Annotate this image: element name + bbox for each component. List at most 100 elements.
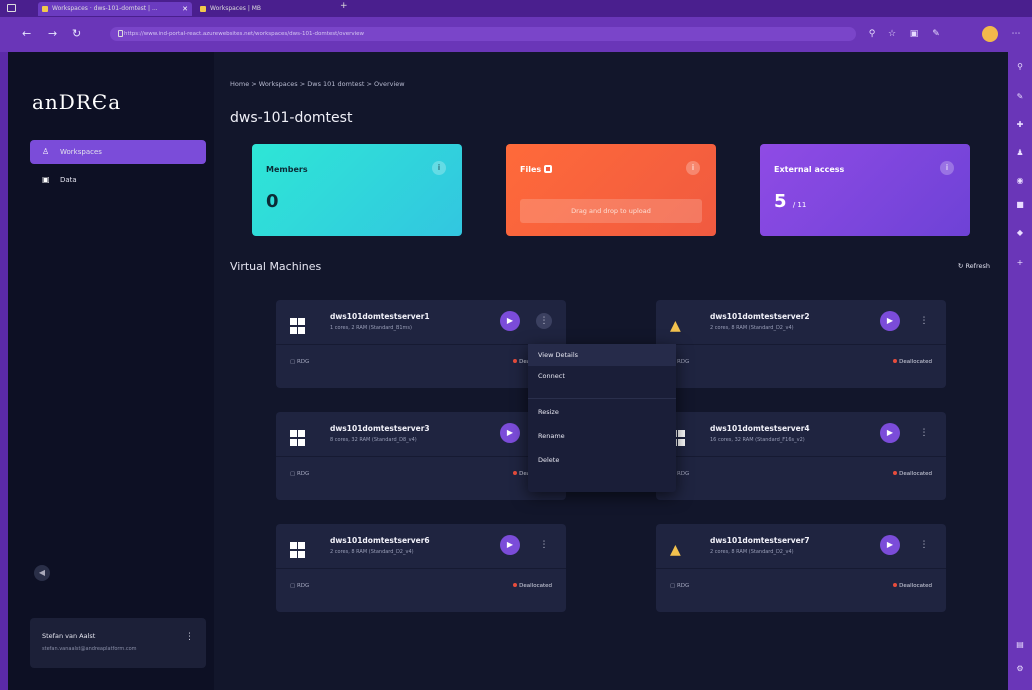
vm-card[interactable]: dws101domtestserver3 8 cores, 32 RAM (St… <box>276 412 566 500</box>
vm-spec: 16 cores, 32 RAM (Standard_F16s_v2) <box>710 437 805 443</box>
external-access-card[interactable]: External access i 5 / 11 <box>760 144 970 236</box>
vm-rdp-label: RDG <box>296 359 310 365</box>
browser-tab[interactable]: Workspaces | MB <box>196 2 326 16</box>
play-button[interactable]: ▶ <box>500 423 520 443</box>
more-vertical-icon[interactable]: ⋮ <box>536 537 552 553</box>
browser-tab-active[interactable]: Workspaces · dws-101-domtest | ... ✕ <box>38 2 192 16</box>
tag-icon[interactable]: ✎ <box>1014 92 1026 102</box>
vm-spec: 2 cores, 8 RAM (Standard_D2_v4) <box>710 325 794 331</box>
forward-icon[interactable]: → <box>48 27 57 40</box>
rdp-icon: ▢ <box>290 471 296 477</box>
menu-item-resize[interactable]: Resize <box>538 408 559 416</box>
vm-section-title: Virtual Machines <box>230 260 322 273</box>
info-icon[interactable]: i <box>940 161 954 175</box>
files-card[interactable]: Files i Drag and drop to upload <box>506 144 716 236</box>
browser-menu-icon[interactable]: ⋯ <box>1010 28 1022 40</box>
outlook-icon[interactable]: ■ <box>1014 200 1026 210</box>
members-title: Members <box>266 165 308 174</box>
status-badge: Deallocated <box>513 583 552 589</box>
more-vertical-icon[interactable]: ⋮ <box>916 313 932 329</box>
status-label: Deallocated <box>519 583 552 589</box>
vm-card[interactable]: dws101domtestserver4 16 cores, 32 RAM (S… <box>656 412 946 500</box>
layout-icon[interactable]: ▤ <box>1014 640 1026 650</box>
collections-icon[interactable]: ▣ <box>908 28 920 40</box>
vm-name: dws101domtestserver7 <box>710 536 810 545</box>
refresh-label: Refresh <box>965 262 990 270</box>
vm-rdp-label: RDG <box>676 583 690 589</box>
status-label: Deallocated <box>899 359 932 365</box>
vm-card[interactable]: ▲ dws101domtestserver7 2 cores, 8 RAM (S… <box>656 524 946 612</box>
url-input[interactable]: https://www.ind-portal-react.azurewebsit… <box>110 27 856 41</box>
vm-name: dws101domtestserver4 <box>710 424 810 433</box>
vm-rdp: ▢ RDG <box>290 583 309 589</box>
add-icon[interactable]: + <box>1014 258 1026 268</box>
menu-item-delete[interactable]: Delete <box>538 456 559 464</box>
menu-item-connect[interactable]: Connect <box>538 372 565 380</box>
games-icon[interactable]: ♟ <box>1014 148 1026 158</box>
main-content: Home > Workspaces > Dws 101 domtest > Ov… <box>214 52 1008 690</box>
rdp-icon: ▢ <box>670 583 676 589</box>
reload-icon[interactable]: ↻ <box>72 27 81 40</box>
vm-rdp-label: RDG <box>676 471 690 477</box>
play-button[interactable]: ▶ <box>500 535 520 555</box>
tab-title: Workspaces | MB <box>210 5 262 12</box>
more-vertical-icon[interactable]: ⋮ <box>916 425 932 441</box>
search-icon[interactable]: ⚲ <box>1014 62 1026 72</box>
external-access-unit: / 11 <box>792 201 807 209</box>
divider <box>276 456 566 457</box>
settings-icon[interactable]: ⚙ <box>1014 664 1026 674</box>
user-email: stefan.vanaalst@andreaplatform.com <box>42 646 137 652</box>
more-vertical-icon[interactable]: ⋮ <box>916 537 932 553</box>
page-title: dws-101-domtest <box>230 110 353 126</box>
more-vertical-icon[interactable]: ⋮ <box>536 313 552 329</box>
page-info-icon[interactable] <box>118 30 123 37</box>
upload-dropzone[interactable]: Drag and drop to upload <box>520 199 702 223</box>
vm-card[interactable]: dws101domtestserver6 2 cores, 8 RAM (Sta… <box>276 524 566 612</box>
collapse-sidebar-button[interactable]: ◀ <box>34 565 50 581</box>
vm-rdp: ▢ RDG <box>290 471 309 477</box>
window-menu-icon[interactable] <box>7 4 16 12</box>
vm-card[interactable]: dws101domtestserver1 1 cores, 2 RAM (Sta… <box>276 300 566 388</box>
play-button[interactable]: ▶ <box>880 423 900 443</box>
vm-spec: 2 cores, 8 RAM (Standard_D2_v4) <box>710 549 794 555</box>
menu-item-rename[interactable]: Rename <box>538 432 565 440</box>
extension-icon[interactable]: ✎ <box>930 28 942 40</box>
breadcrumb[interactable]: Home > Workspaces > Dws 101 domtest > Ov… <box>230 80 405 88</box>
menu-item-view-details[interactable]: View Details <box>528 344 676 366</box>
vm-rdp: ▢ RDG <box>290 359 309 365</box>
play-button[interactable]: ▶ <box>500 311 520 331</box>
tools-icon[interactable]: ✚ <box>1014 120 1026 130</box>
sidebar-item-data[interactable]: ▣ Data <box>30 168 206 192</box>
info-icon[interactable]: i <box>686 161 700 175</box>
office-icon[interactable]: ◉ <box>1014 176 1026 186</box>
vm-name: dws101domtestserver2 <box>710 312 810 321</box>
tab-close-icon[interactable]: ✕ <box>182 2 188 16</box>
user-menu-icon[interactable]: ⋮ <box>185 632 194 642</box>
send-icon[interactable]: ◆ <box>1014 228 1026 238</box>
browser-side-toolbar: ⚲ ✎ ✚ ♟ ◉ ■ ◆ + ▤ ⚙ <box>1008 52 1032 690</box>
members-card[interactable]: Members i 0 <box>252 144 462 236</box>
sidebar-item-workspaces[interactable]: ♙ Workspaces <box>30 140 206 164</box>
info-icon[interactable]: i <box>432 161 446 175</box>
rdp-icon: ▢ <box>290 583 296 589</box>
profile-avatar[interactable] <box>982 26 998 42</box>
tab-title: Workspaces · dws-101-domtest | ... <box>52 5 158 12</box>
user-card[interactable]: Stefan van Aalst stefan.vanaalst@andreap… <box>30 618 206 668</box>
status-label: Deallocated <box>899 471 932 477</box>
divider <box>276 344 566 345</box>
play-button[interactable]: ▶ <box>880 311 900 331</box>
refresh-button[interactable]: ↻ Refresh <box>958 262 990 270</box>
zoom-icon[interactable]: ⚲ <box>866 28 878 40</box>
new-tab-icon[interactable]: + <box>340 1 348 11</box>
back-icon[interactable]: ← <box>22 27 31 40</box>
vm-name: dws101domtestserver3 <box>330 424 430 433</box>
linux-tux-icon: ▲ <box>670 542 681 558</box>
andrea-logo: anDRЄa <box>32 90 122 114</box>
play-button[interactable]: ▶ <box>880 535 900 555</box>
vm-card[interactable]: ▲ dws101domtestserver2 2 cores, 8 RAM (S… <box>656 300 946 388</box>
vm-rdp-label: RDG <box>296 583 310 589</box>
status-label: Deallocated <box>899 583 932 589</box>
favorite-icon[interactable]: ☆ <box>886 28 898 40</box>
sidebar: anDRЄa ♙ Workspaces ▣ Data ◀ Stefan van … <box>8 52 214 690</box>
app-window: anDRЄa ♙ Workspaces ▣ Data ◀ Stefan van … <box>8 52 1008 690</box>
